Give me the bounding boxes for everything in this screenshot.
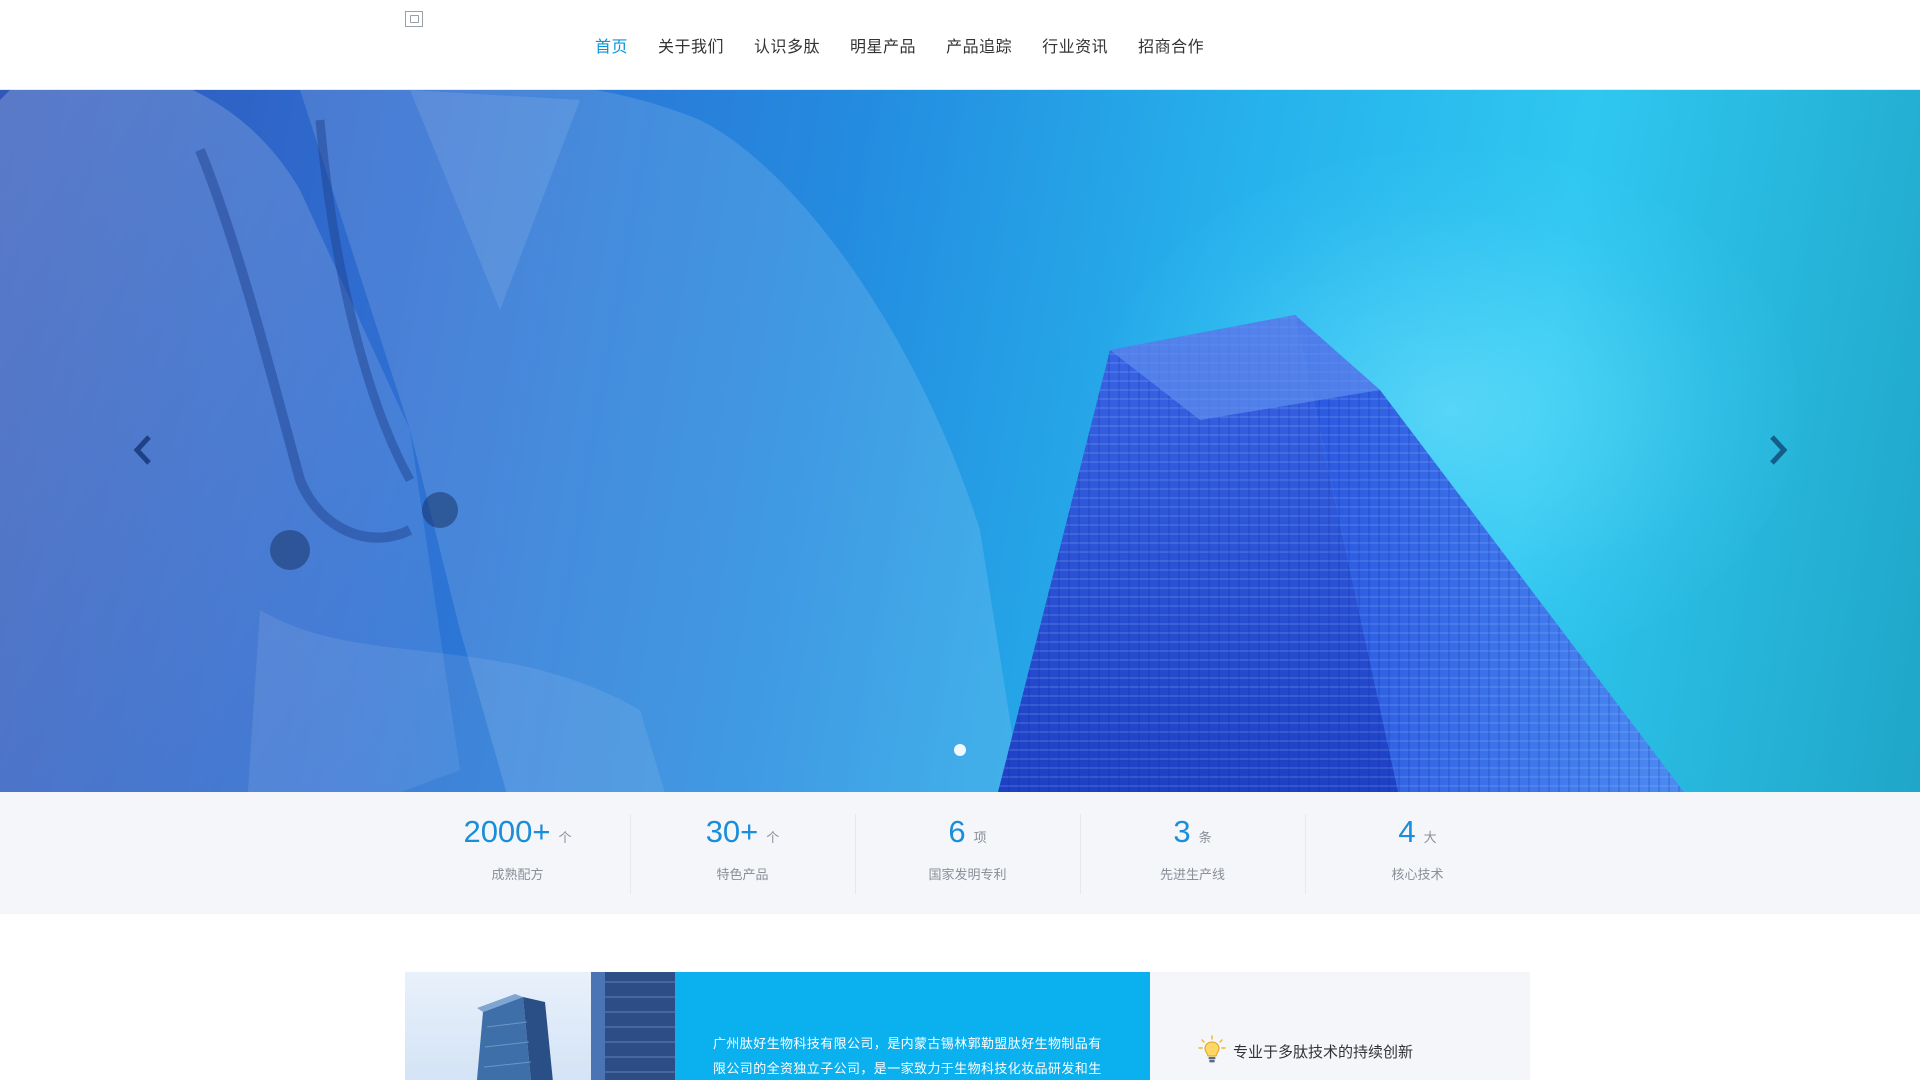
stat-item: 2000+ 个 成熟配方 bbox=[405, 792, 630, 914]
nav-item-home[interactable]: 首页 bbox=[580, 33, 643, 57]
stat-number: 30+ bbox=[705, 814, 759, 849]
site-header: 首页 关于我们 认识多肽 明星产品 产品追踪 行业资讯 招商合作 bbox=[0, 0, 1920, 90]
intro-slogan: 专业于多肽技术的持续创新 bbox=[1233, 1043, 1414, 1061]
intro-text-panel: 广州肽好生物科技有限公司，是内蒙古锡林郭勒盟肽好生物制品有 限公司的全资独立子公… bbox=[675, 972, 1150, 1080]
stat-label: 先进生产线 bbox=[1159, 868, 1225, 883]
stat-label: 成熟配方 bbox=[491, 868, 544, 883]
building-photo bbox=[405, 972, 675, 1080]
stat-unit: 项 bbox=[973, 831, 987, 846]
stat-label: 核心技术 bbox=[1391, 868, 1444, 883]
stat-number: 6 bbox=[948, 814, 966, 849]
broken-image-icon[interactable] bbox=[405, 11, 423, 27]
company-intro: 广州肽好生物科技有限公司，是内蒙古锡林郭勒盟肽好生物制品有 限公司的全资独立子公… bbox=[405, 972, 1530, 1080]
skyscraper-illustration bbox=[998, 315, 1684, 792]
stat-label: 特色产品 bbox=[716, 868, 769, 883]
stat-label: 国家发明专利 bbox=[928, 868, 1007, 883]
lightbulb-icon bbox=[1198, 1035, 1226, 1063]
chevron-right-icon bbox=[1770, 435, 1788, 465]
intro-slogan-panel: 专业于多肽技术的持续创新 bbox=[1150, 972, 1530, 1080]
stat-item: 3条 先进生产线 bbox=[1080, 792, 1305, 914]
carousel-indicator-dot[interactable] bbox=[954, 744, 966, 756]
nav-item-products[interactable]: 明星产品 bbox=[835, 33, 931, 57]
nav-item-peptides[interactable]: 认识多肽 bbox=[739, 33, 835, 57]
intro-paragraph-line: 限公司的全资独立子公司，是一家致力于生物科技化妆品研发和生 bbox=[713, 1062, 1102, 1077]
stat-number: 3 bbox=[1173, 814, 1191, 849]
stat-item: 4大 核心技术 bbox=[1305, 792, 1530, 914]
nav-item-news[interactable]: 行业资讯 bbox=[1027, 33, 1123, 57]
intro-paragraph-line: 广州肽好生物科技有限公司，是内蒙古锡林郭勒盟肽好生物制品有 bbox=[713, 1037, 1102, 1052]
stat-unit: 个 bbox=[766, 831, 780, 846]
nav-item-partners[interactable]: 招商合作 bbox=[1123, 33, 1219, 57]
stat-unit: 个 bbox=[558, 831, 572, 846]
stat-unit: 大 bbox=[1423, 831, 1437, 846]
stats-bar: 2000+ 个 成熟配方 30+ 个 特色产品 6项 国家发明专利 3条 先进生产线… bbox=[0, 792, 1920, 914]
carousel-prev-button[interactable] bbox=[128, 428, 158, 472]
stat-number: 4 bbox=[1398, 814, 1416, 849]
stat-number: 2000+ bbox=[463, 814, 551, 849]
carousel-next-button[interactable] bbox=[1763, 428, 1793, 472]
stat-item: 6项 国家发明专利 bbox=[855, 792, 1080, 914]
chevron-left-icon bbox=[133, 435, 151, 465]
stat-item: 30+ 个 特色产品 bbox=[630, 792, 855, 914]
stat-unit: 条 bbox=[1198, 831, 1212, 846]
hero-carousel bbox=[0, 90, 1920, 792]
nav-item-tracking[interactable]: 产品追踪 bbox=[931, 33, 1027, 57]
main-nav: 首页 关于我们 认识多肽 明星产品 产品追踪 行业资讯 招商合作 bbox=[580, 0, 1219, 90]
building-photo-illustration bbox=[476, 972, 675, 1080]
nav-item-about[interactable]: 关于我们 bbox=[643, 33, 739, 57]
doctor-illustration bbox=[0, 90, 1022, 792]
